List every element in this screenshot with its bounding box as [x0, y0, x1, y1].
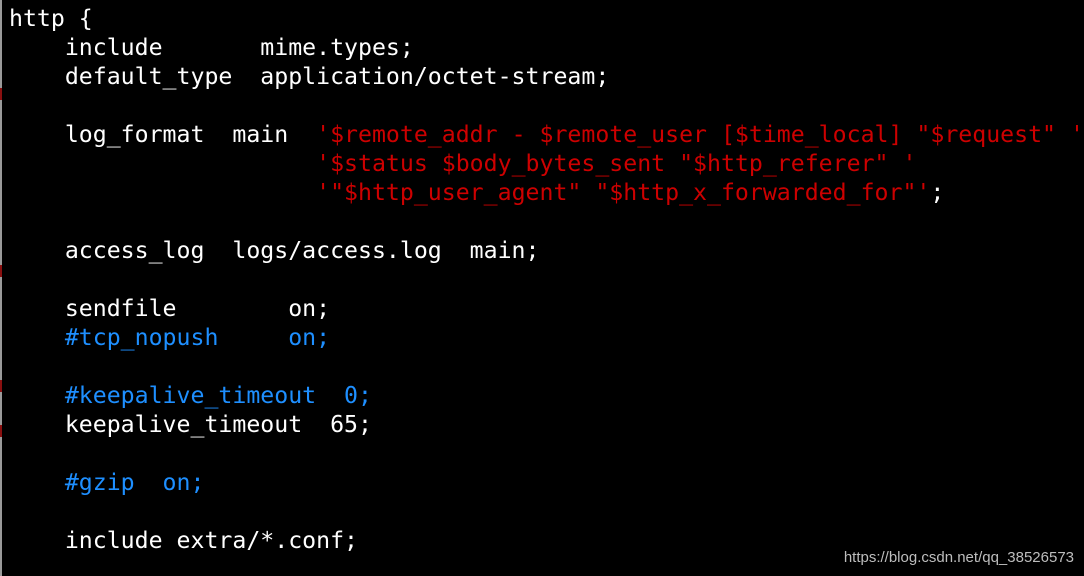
code-line: #keepalive_timeout 0;	[9, 381, 1084, 410]
code-line: '$status $body_bytes_sent "$http_referer…	[9, 149, 1084, 178]
code-line: include mime.types;	[9, 33, 1084, 62]
comment-token: #gzip on;	[9, 469, 205, 496]
code-line: #gzip on;	[9, 468, 1084, 497]
code-line: log_format main '$remote_addr - $remote_…	[9, 120, 1084, 149]
code-line: '"$http_user_agent" "$http_x_forwarded_f…	[9, 178, 1084, 207]
code-line: access_log logs/access.log main;	[9, 236, 1084, 265]
string-token: '$status $body_bytes_sent "$http_referer…	[316, 150, 917, 177]
code-token: access_log logs/access.log main;	[9, 237, 540, 264]
code-line: sendfile on;	[9, 294, 1084, 323]
code-token: ;	[930, 179, 945, 206]
code-line: #tcp_nopush on;	[9, 323, 1084, 352]
code-token: keepalive_timeout 65;	[9, 411, 372, 438]
string-token: '$remote_addr - $remote_user [$time_loca…	[316, 121, 1084, 148]
code-line: http {	[9, 4, 1084, 33]
comment-token: #keepalive_timeout 0;	[9, 382, 372, 409]
code-token: http {	[9, 5, 93, 32]
window-edge-mark	[0, 265, 2, 277]
code-token: sendfile on;	[9, 295, 331, 322]
code-token: include extra/*.conf;	[9, 527, 359, 554]
terminal-text-area[interactable]: http { include mime.types; default_type …	[9, 4, 1084, 555]
window-edge-mark	[0, 88, 2, 100]
code-line: keepalive_timeout 65;	[9, 410, 1084, 439]
code-token: include mime.types;	[9, 34, 414, 61]
watermark: https://blog.csdn.net/qq_38526573	[843, 549, 1074, 566]
comment-token: #tcp_nopush on;	[9, 324, 331, 351]
window-edge-mark	[0, 425, 2, 437]
code-line: default_type application/octet-stream;	[9, 62, 1084, 91]
code-token: default_type application/octet-stream;	[9, 63, 610, 90]
window-left-border	[0, 0, 2, 576]
code-token: log_format main	[9, 121, 317, 148]
string-token: '"$http_user_agent" "$http_x_forwarded_f…	[316, 179, 931, 206]
window-edge-mark	[0, 380, 2, 392]
